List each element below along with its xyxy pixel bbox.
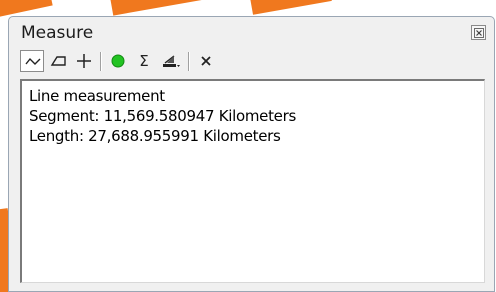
measure-area-button[interactable] xyxy=(46,50,70,72)
sigma-icon: Σ xyxy=(139,52,148,70)
toolbar-separator xyxy=(100,52,102,71)
svg-text:Σ: Σ xyxy=(139,52,148,70)
close-icon xyxy=(474,28,484,38)
green-circle-icon xyxy=(111,54,125,68)
segment-length-text: Segment: 11,569.580947 Kilometers xyxy=(29,107,296,125)
total-length-text: Length: 27,688.955991 Kilometers xyxy=(29,127,281,145)
feature-measure-icon xyxy=(77,54,91,68)
measurement-type-text: Line measurement xyxy=(29,87,165,105)
window-title: Measure xyxy=(21,23,94,43)
measure-line-button[interactable] xyxy=(20,50,44,72)
clear-results-button[interactable] xyxy=(194,50,218,72)
title-bar[interactable]: Measure xyxy=(9,17,494,47)
show-total-button[interactable]: Σ xyxy=(132,50,156,72)
measure-toolbar: Σ xyxy=(18,48,484,74)
area-measure-icon xyxy=(50,56,66,66)
choose-units-button[interactable] xyxy=(158,50,182,72)
orange-stripe xyxy=(248,0,332,15)
close-button[interactable] xyxy=(471,25,486,40)
clear-x-icon xyxy=(201,56,211,66)
orange-stripe xyxy=(108,0,202,16)
units-dropdown-icon xyxy=(163,55,180,67)
measure-window: Measure Σ Line measurement Segment: 11,5… xyxy=(8,16,495,292)
line-measure-icon xyxy=(25,57,41,65)
toolbar-separator xyxy=(188,52,190,71)
measure-feature-button[interactable] xyxy=(72,50,96,72)
measurement-output: Line measurement Segment: 11,569.580947 … xyxy=(20,79,485,283)
snap-to-features-button[interactable] xyxy=(106,50,130,72)
